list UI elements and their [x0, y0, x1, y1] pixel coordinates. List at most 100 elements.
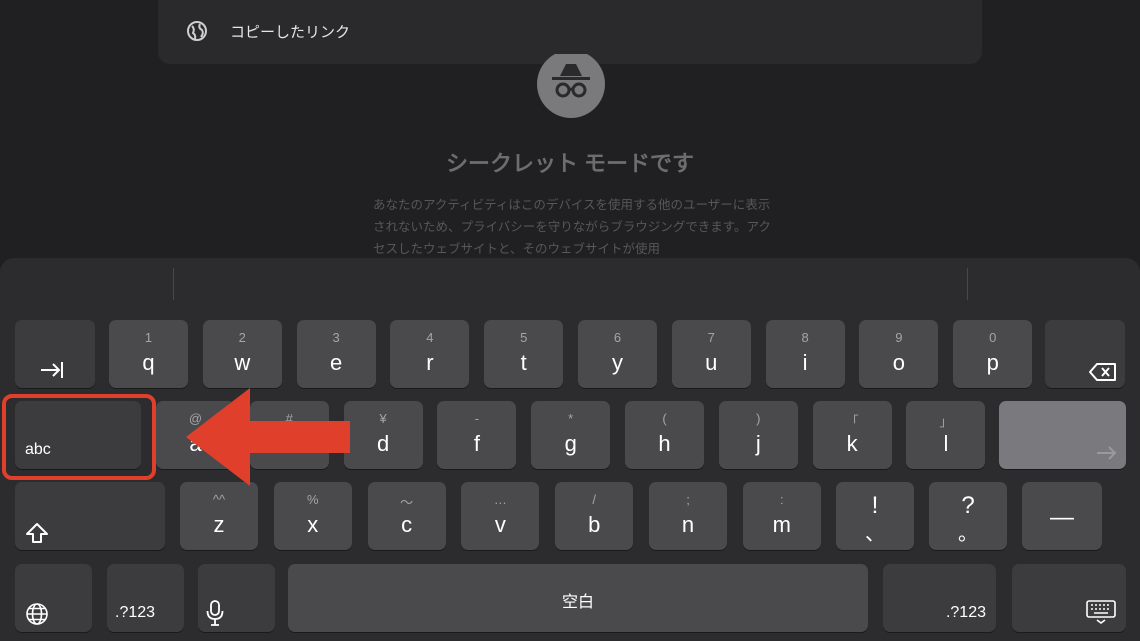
- key-c[interactable]: 〜 c: [367, 482, 446, 550]
- key-dash[interactable]: —: [1022, 482, 1102, 550]
- key-label: q: [142, 350, 155, 375]
- key-secondary-label: (: [662, 411, 667, 426]
- globe-icon: [187, 21, 207, 41]
- tab-icon: [41, 362, 63, 378]
- incognito-icon: [537, 54, 605, 118]
- key-question-label: ?: [961, 492, 975, 519]
- key-q[interactable]: 1q: [109, 320, 188, 388]
- key-secondary-label: 8: [801, 330, 809, 345]
- numbers-key-right[interactable]: .?123: [883, 564, 996, 632]
- suggestion-label: コピーしたリンク: [230, 24, 351, 41]
- key-secondary-label: 6: [613, 330, 622, 345]
- key-secondary-label: %: [307, 492, 319, 507]
- key-label: j: [755, 431, 761, 456]
- key-w[interactable]: 2w: [202, 320, 282, 388]
- keyboard-hide-icon: [1086, 600, 1116, 624]
- key-v[interactable]: … v: [461, 482, 540, 550]
- key-label: l: [943, 431, 949, 456]
- key-label: c: [401, 512, 413, 537]
- key-exclaim[interactable]: ! 、: [836, 482, 914, 550]
- key-label: m: [772, 512, 791, 537]
- key-j[interactable]: ) j: [718, 401, 798, 469]
- key-k[interactable]: 「k: [812, 401, 892, 469]
- key-y[interactable]: 6y: [578, 320, 657, 388]
- key-label: e: [329, 350, 343, 375]
- key-label: r: [426, 350, 434, 375]
- key-label: u: [705, 350, 718, 375]
- key-secondary-label: 2: [238, 330, 246, 345]
- incognito-description: あなたのアクティビティはこのデバイスを使用する他のユーザーに表示されないため、プ…: [373, 198, 771, 256]
- key-label: h: [658, 431, 671, 456]
- globe-key[interactable]: [15, 564, 92, 632]
- key-dash-label: —: [1050, 504, 1074, 531]
- key-x[interactable]: % x: [273, 482, 352, 550]
- key-h[interactable]: (h: [625, 401, 704, 469]
- key-secondary-label: 3: [332, 330, 340, 345]
- key-i[interactable]: 8i: [765, 320, 845, 388]
- space-key[interactable]: 空白: [288, 564, 868, 632]
- space-key-label: 空白: [561, 594, 594, 611]
- key-label: z: [213, 512, 225, 537]
- key-b[interactable]: / b: [555, 482, 634, 550]
- key-secondary-label: 4: [426, 330, 434, 345]
- key-secondary-label: 「: [845, 414, 859, 429]
- key-label: t: [520, 350, 527, 375]
- key-e[interactable]: 3e: [296, 320, 376, 388]
- shift-key[interactable]: [15, 482, 165, 550]
- key-label: o: [892, 350, 906, 375]
- delete-key[interactable]: [1045, 320, 1125, 388]
- microphone-icon: [206, 600, 224, 626]
- key-label: g: [564, 431, 577, 456]
- tab-key[interactable]: [15, 320, 95, 388]
- key-secondary-label: :: [779, 492, 784, 507]
- key-secondary-label: -: [474, 411, 480, 426]
- key-secondary-label: …: [493, 492, 507, 507]
- key-label: w: [234, 350, 251, 375]
- key-secondary-label: ): [756, 411, 761, 426]
- key-g[interactable]: * g: [531, 401, 611, 469]
- key-secondary-label: 〜: [400, 495, 414, 510]
- key-secondary-label: 9: [895, 330, 903, 345]
- shift-icon: [26, 523, 48, 543]
- key-r[interactable]: 4r: [390, 320, 470, 388]
- key-d[interactable]: ¥ d: [343, 401, 423, 469]
- return-key[interactable]: [999, 401, 1126, 469]
- candidate-separator: [173, 268, 174, 300]
- numbers-key-left[interactable]: .?123: [107, 564, 184, 632]
- key-label: p: [986, 350, 999, 375]
- delete-icon: [1089, 363, 1116, 381]
- key-secondary-label: 0: [989, 330, 997, 345]
- key-label: y: [612, 350, 623, 375]
- key-secondary-label: 」: [939, 414, 953, 429]
- hide-keyboard-key[interactable]: [1012, 564, 1126, 632]
- key-label: v: [494, 512, 506, 537]
- key-z[interactable]: ^^ z: [180, 482, 258, 550]
- red-arrow-icon: [186, 388, 350, 486]
- key-secondary-label: 5: [520, 330, 528, 345]
- key-label: f: [473, 431, 480, 456]
- key-secondary-label: 1: [144, 330, 153, 345]
- key-n[interactable]: ; n: [649, 482, 727, 550]
- key-secondary-label: ;: [686, 492, 690, 507]
- key-t[interactable]: 5t: [484, 320, 564, 388]
- key-secondary-label: ^^: [212, 492, 226, 507]
- key-label: x: [307, 512, 319, 537]
- key-question[interactable]: ? 。: [929, 482, 1007, 550]
- key-label: b: [588, 512, 601, 537]
- key-label: k: [846, 431, 858, 456]
- key-o[interactable]: 9o: [859, 320, 939, 388]
- key-f[interactable]: -f: [437, 401, 517, 469]
- key-u[interactable]: 7u: [671, 320, 751, 388]
- key-l[interactable]: 」 l: [906, 401, 986, 469]
- key-p[interactable]: 0p: [953, 320, 1033, 388]
- key-secondary-label: ¥: [379, 411, 387, 426]
- highlight-box: [2, 394, 156, 480]
- key-m[interactable]: :m: [742, 482, 821, 550]
- incognito-title: シークレット モードです: [445, 151, 695, 176]
- key-label: i: [802, 350, 808, 375]
- key-label: n: [681, 512, 695, 537]
- microphone-key[interactable]: [198, 564, 275, 632]
- candidate-separator: [967, 268, 968, 300]
- numbers-key-label: .?123: [115, 604, 156, 621]
- key-exclaim-label: !: [871, 492, 879, 519]
